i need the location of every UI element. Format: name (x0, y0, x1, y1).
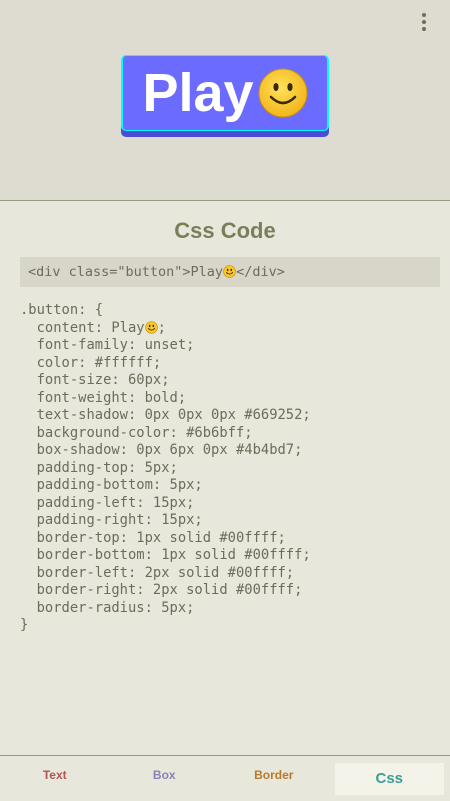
css-line: border-right: 2px solid #00ffff; (20, 582, 303, 598)
play-button-preview[interactable]: Play (121, 55, 329, 131)
css-content-start: content: Play (20, 319, 145, 336)
css-line: font-weight: bold; (20, 389, 187, 406)
css-line: box-shadow: 0px 6px 0px #4b4bd7; (20, 442, 303, 458)
css-line: padding-left: 15px; (20, 494, 195, 511)
css-line: text-shadow: 0px 0px 0px #669252; (20, 407, 311, 423)
css-code-block: .button: { content: Play; font-family: u… (20, 302, 440, 635)
smiley-emoji-icon (258, 68, 308, 118)
css-line: padding-bottom: 5px; (20, 477, 203, 493)
css-line: padding-right: 15px; (20, 512, 203, 528)
tab-box[interactable]: Box (110, 756, 220, 801)
css-content-end: ; (157, 319, 166, 336)
css-line: border-top: 1px solid #00ffff; (20, 529, 286, 546)
css-line: border-radius: 5px; (20, 599, 195, 616)
bottom-tab-bar: Text Box Border Css (0, 755, 450, 801)
css-selector-close: } (20, 617, 29, 633)
css-code-title: Css Code (174, 218, 276, 243)
tab-text[interactable]: Text (0, 756, 110, 801)
play-button-label: Play (142, 63, 254, 123)
css-line: color: #ffffff; (20, 354, 162, 371)
css-line: border-bottom: 1px solid #00ffff; (20, 547, 311, 563)
css-content-line: content: Play; (20, 320, 440, 338)
preview-area: Play (0, 0, 450, 201)
smiley-emoji-icon (223, 265, 236, 278)
css-line: background-color: #6b6bff; (20, 424, 253, 441)
html-snippet: <div class="button">Play </div> (20, 257, 440, 287)
css-line: padding-top: 5px; (20, 459, 178, 476)
smiley-emoji-icon (144, 320, 158, 334)
html-snippet-end: </div> (236, 264, 285, 280)
css-line: border-left: 2px solid #00ffff; (20, 564, 295, 581)
tab-border[interactable]: Border (219, 756, 329, 801)
css-line: font-size: 60px; (20, 372, 170, 388)
tab-css[interactable]: Css (334, 763, 444, 795)
css-line: font-family: unset; (20, 337, 195, 353)
css-selector-open: .button: { (20, 302, 104, 318)
html-snippet-start: <div class="button">Play (28, 264, 224, 280)
more-vert-icon[interactable] (412, 10, 436, 34)
